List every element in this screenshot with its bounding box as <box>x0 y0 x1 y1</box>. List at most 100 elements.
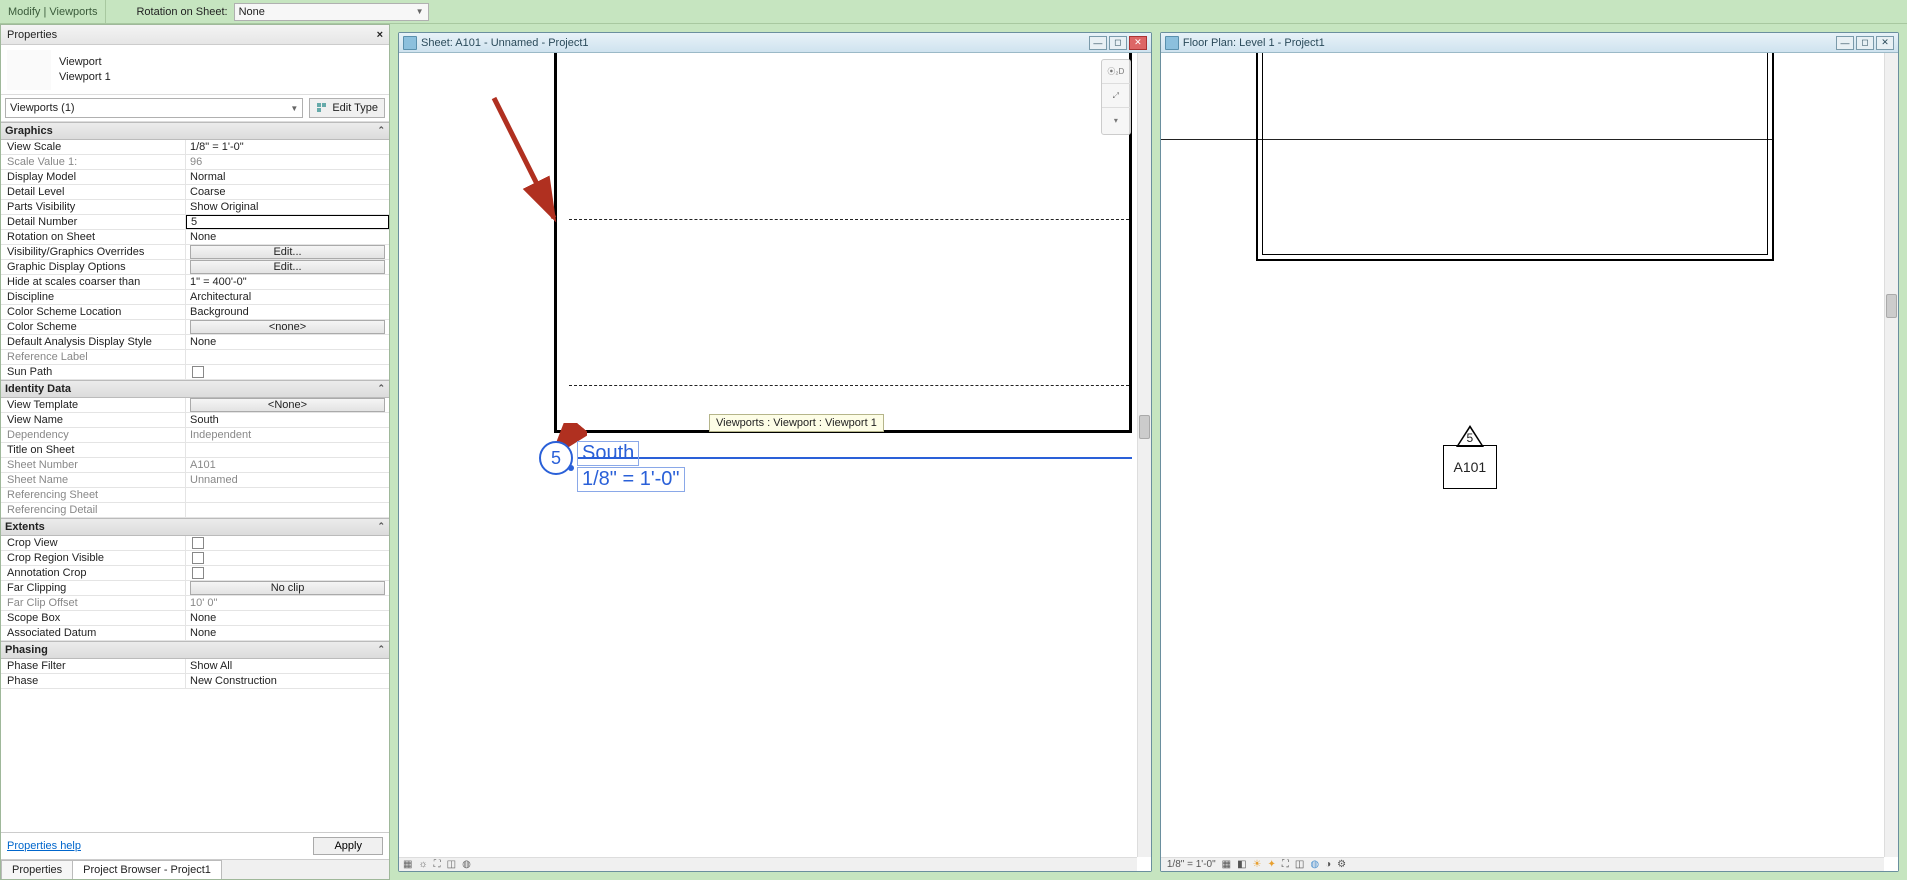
row-crop-region-visible[interactable]: Crop Region Visible <box>1 551 389 566</box>
floorplan-view-window: Floor Plan: Level 1 - Project1 — ◻ ✕ 5 A… <box>1160 32 1899 872</box>
row-view-template[interactable]: View Template<None> <box>1 398 389 413</box>
close-button[interactable]: ✕ <box>1876 36 1894 50</box>
group-phasing[interactable]: Phasing⌃ <box>1 641 389 659</box>
tab-properties[interactable]: Properties <box>1 860 73 879</box>
row-view-name[interactable]: View NameSouth <box>1 413 389 428</box>
tab-project-browser[interactable]: Project Browser - Project1 <box>72 860 222 879</box>
sheet-canvas[interactable]: 5 South 1/8" = 1'-0" Viewports : Viewpor… <box>399 53 1151 871</box>
sun-path-icon[interactable]: ☀ <box>1253 859 1262 870</box>
elevation-pointer-icon: 5 <box>1456 425 1484 447</box>
color-scheme-button[interactable]: <none> <box>190 320 385 334</box>
zoom-region-icon[interactable]: ⤢ <box>1102 84 1130 108</box>
row-color-scheme[interactable]: Color Scheme<none> <box>1 320 389 335</box>
properties-help-link[interactable]: Properties help <box>7 840 81 852</box>
row-far-clipping[interactable]: Far ClippingNo clip <box>1 581 389 596</box>
detail-level-icon[interactable]: ▦ <box>1222 859 1231 870</box>
level-line <box>569 219 1129 220</box>
show-crop-icon[interactable]: ◫ <box>1295 859 1304 870</box>
visual-style-icon[interactable]: ◧ <box>1237 859 1246 870</box>
floorplan-canvas[interactable]: 5 A101 1/8" = 1'-0" ▦ ◧ ☀ ✦ ⛶ ◫ ◍ <box>1161 53 1898 871</box>
row-color-scheme-location[interactable]: Color Scheme LocationBackground <box>1 305 389 320</box>
row-scope-box[interactable]: Scope BoxNone <box>1 611 389 626</box>
sheet-view-window: Sheet: A101 - Unnamed - Project1 — ◻ ✕ <box>398 32 1152 872</box>
row-title-on-sheet[interactable]: Title on Sheet <box>1 443 389 458</box>
maximize-button[interactable]: ◻ <box>1856 36 1874 50</box>
apply-button[interactable]: Apply <box>313 837 383 855</box>
shadows-icon[interactable]: ✦ <box>1268 859 1276 870</box>
crop-icon[interactable]: ◫ <box>447 859 456 870</box>
detail-number-bubble[interactable]: 5 <box>539 441 573 475</box>
checkbox[interactable] <box>192 537 204 549</box>
far-clip-button[interactable]: No clip <box>190 581 385 595</box>
vertical-scrollbar[interactable] <box>1884 53 1898 857</box>
collapse-icon: ⌃ <box>377 125 385 137</box>
row-analysis-display-style[interactable]: Default Analysis Display StyleNone <box>1 335 389 350</box>
scale-display[interactable]: 1/8" = 1'-0" <box>1167 859 1216 870</box>
properties-icon[interactable]: ⚙ <box>1337 859 1346 870</box>
edit-type-button[interactable]: Edit Type <box>309 98 385 118</box>
nav-wheel-icon[interactable]: ▾ <box>1102 108 1130 132</box>
row-referencing-sheet: Referencing Sheet <box>1 488 389 503</box>
vertical-scrollbar[interactable] <box>1137 53 1151 857</box>
elevation-marker[interactable]: 5 A101 <box>1443 425 1497 489</box>
row-crop-view[interactable]: Crop View <box>1 536 389 551</box>
row-vg-overrides[interactable]: Visibility/Graphics OverridesEdit... <box>1 245 389 260</box>
row-sun-path[interactable]: Sun Path <box>1 365 389 380</box>
hide-isolate-icon[interactable]: ◍ <box>1310 859 1319 870</box>
row-graphic-display-options[interactable]: Graphic Display OptionsEdit... <box>1 260 389 275</box>
type-selector[interactable]: Viewport Viewport 1 <box>1 45 389 95</box>
sheet-icon <box>403 36 417 50</box>
view-control-bar[interactable]: 1/8" = 1'-0" ▦ ◧ ☀ ✦ ⛶ ◫ ◍ ◑ ⚙ <box>1161 857 1884 871</box>
checkbox[interactable] <box>192 366 204 378</box>
minimize-button[interactable]: — <box>1089 36 1107 50</box>
view-title-scale[interactable]: 1/8" = 1'-0" <box>577 467 685 492</box>
row-discipline[interactable]: DisciplineArchitectural <box>1 290 389 305</box>
hide-isolate-icon[interactable]: ◍ <box>462 859 471 870</box>
context-tab: Modify | Viewports <box>0 0 106 23</box>
group-graphics[interactable]: Graphics⌃ <box>1 122 389 140</box>
sheet-view-title-bar[interactable]: Sheet: A101 - Unnamed - Project1 — ◻ ✕ <box>399 33 1151 53</box>
close-icon[interactable]: × <box>377 29 383 41</box>
floorplan-title-bar[interactable]: Floor Plan: Level 1 - Project1 — ◻ ✕ <box>1161 33 1898 53</box>
row-detail-level[interactable]: Detail LevelCoarse <box>1 185 389 200</box>
properties-grid[interactable]: Graphics⌃ View Scale1/8" = 1'-0" Scale V… <box>1 122 389 832</box>
row-rotation-on-sheet[interactable]: Rotation on SheetNone <box>1 230 389 245</box>
row-phase-filter[interactable]: Phase FilterShow All <box>1 659 389 674</box>
checkbox[interactable] <box>192 552 204 564</box>
zoom-2d-icon[interactable]: ⦿₂D <box>1102 60 1130 84</box>
sheet-icon[interactable]: ▦ <box>403 859 412 870</box>
edit-type-icon <box>316 102 328 114</box>
maximize-button[interactable]: ◻ <box>1109 36 1127 50</box>
row-sheet-name: Sheet NameUnnamed <box>1 473 389 488</box>
reveal-hidden-icon[interactable]: ◑ <box>1325 859 1331 870</box>
palette-tabs: Properties Project Browser - Project1 <box>1 859 389 879</box>
row-display-model[interactable]: Display ModelNormal <box>1 170 389 185</box>
rotation-dropdown[interactable]: None ▼ <box>234 3 429 21</box>
instance-filter-dropdown[interactable]: Viewports (1) ▼ <box>5 98 303 118</box>
close-button[interactable]: ✕ <box>1129 36 1147 50</box>
view-title-block[interactable]: 5 South 1/8" = 1'-0" <box>539 441 685 492</box>
group-extents[interactable]: Extents⌃ <box>1 518 389 536</box>
edit-button[interactable]: Edit... <box>190 245 385 259</box>
sun-path-icon[interactable]: ☼ <box>418 859 427 870</box>
row-view-scale[interactable]: View Scale1/8" = 1'-0" <box>1 140 389 155</box>
row-detail-number[interactable]: Detail Number5 <box>1 215 389 230</box>
row-associated-datum[interactable]: Associated DatumNone <box>1 626 389 641</box>
crop-view-icon[interactable]: ⛶ <box>1282 859 1289 870</box>
row-parts-visibility[interactable]: Parts VisibilityShow Original <box>1 200 389 215</box>
elevation-sheet-ref[interactable]: A101 <box>1443 445 1497 489</box>
row-sheet-number: Sheet NumberA101 <box>1 458 389 473</box>
row-annotation-crop[interactable]: Annotation Crop <box>1 566 389 581</box>
view-template-button[interactable]: <None> <box>190 398 385 412</box>
shadows-icon[interactable]: ⛶ <box>434 859 441 870</box>
edit-button[interactable]: Edit... <box>190 260 385 274</box>
view-title-name[interactable]: South <box>577 441 639 466</box>
view-control-bar[interactable]: ▦ ☼ ⛶ ◫ ◍ <box>399 857 1137 871</box>
row-phase[interactable]: PhaseNew Construction <box>1 674 389 689</box>
navigation-bar[interactable]: ⦿₂D ⤢ ▾ <box>1101 59 1131 135</box>
viewport-outline[interactable] <box>554 53 1132 433</box>
checkbox[interactable] <box>192 567 204 579</box>
group-identity[interactable]: Identity Data⌃ <box>1 380 389 398</box>
row-hide-at-scales[interactable]: Hide at scales coarser than1" = 400'-0" <box>1 275 389 290</box>
minimize-button[interactable]: — <box>1836 36 1854 50</box>
